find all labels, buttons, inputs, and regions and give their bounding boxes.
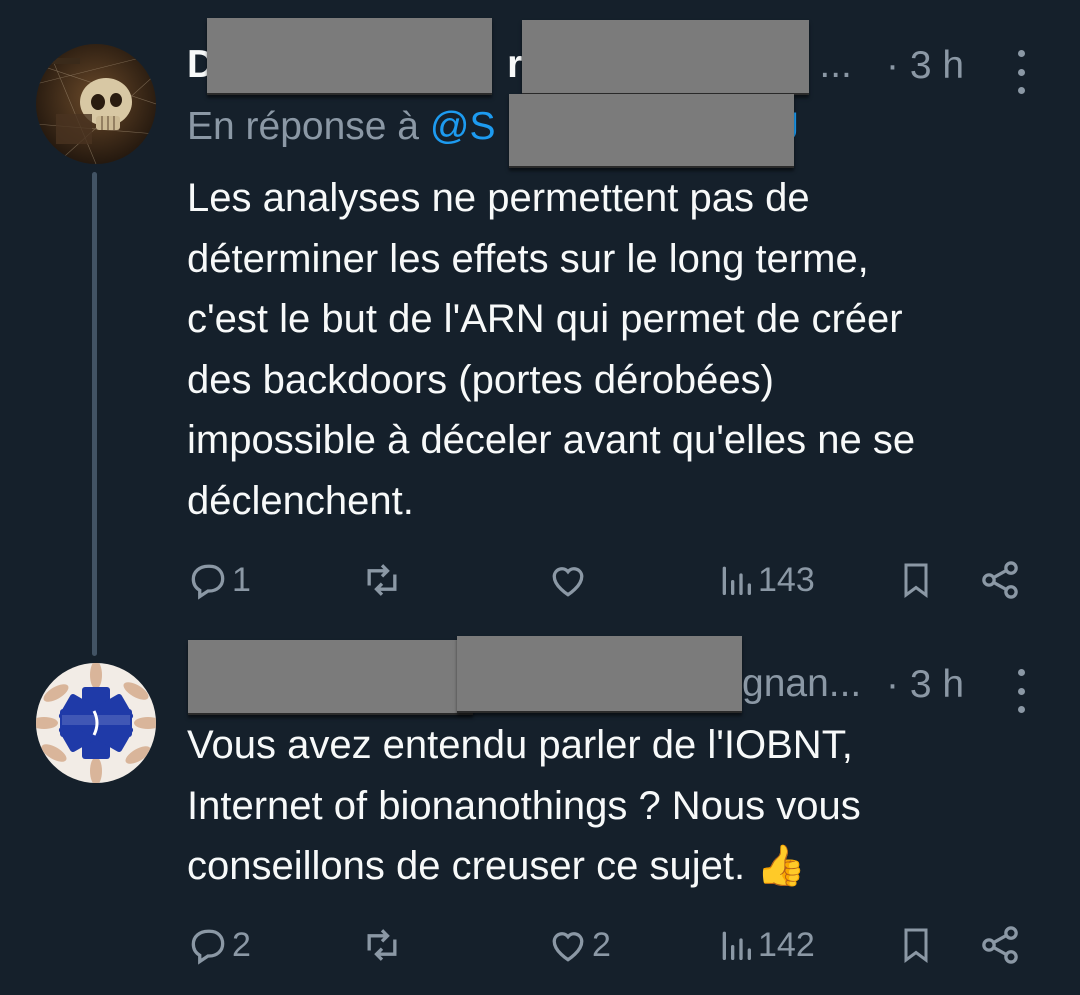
bookmark-button[interactable]: [896, 555, 936, 605]
share-icon: [982, 926, 1018, 964]
tweet-1-actions: 1 143: [186, 555, 1026, 605]
views-count: 142: [758, 925, 815, 964]
redaction-box: [188, 640, 473, 715]
bookmark-icon: [904, 563, 928, 598]
author-name-fragment-2[interactable]: r: [507, 43, 522, 87]
retweet-button[interactable]: [358, 920, 408, 970]
reply-button[interactable]: 1: [186, 555, 251, 605]
retweet-button[interactable]: [358, 555, 408, 605]
redaction-box: [457, 636, 742, 713]
text-line: des backdoors (portes dérobées): [187, 357, 774, 402]
redaction-box: [522, 20, 809, 95]
tweet-2[interactable]: gnan... · 3 h Vous avez entendu parler d…: [0, 630, 1080, 995]
reply-prefix: En réponse à: [187, 105, 420, 148]
reply-count: 2: [232, 925, 251, 964]
like-count: 2: [592, 925, 611, 964]
tweet-timestamp[interactable]: · 3 h: [886, 663, 964, 707]
text-line: déclenchent.: [187, 478, 414, 523]
views-button[interactable]: 143: [716, 555, 815, 605]
heart-icon: [552, 567, 584, 597]
like-button[interactable]: 2: [546, 920, 611, 970]
author-handle[interactable]: ...: [819, 43, 852, 87]
text-line: impossible à déceler avant qu'elles ne s…: [187, 418, 916, 462]
text-line: Internet of bionanothings ? Nous vous: [187, 783, 861, 828]
tweet-1-text: Les analyses ne permettent pas de déterm…: [187, 168, 1047, 531]
tweet-2-actions: 2 2 142: [186, 920, 1026, 970]
text-line: déterminer les effets sur le long terme,: [187, 236, 869, 281]
reply-button[interactable]: 2: [186, 920, 251, 970]
reply-mention[interactable]: @S: [430, 105, 496, 148]
author-handle[interactable]: gnan...: [742, 662, 861, 706]
text-line: Vous avez entendu parler de l'IOBNT,: [187, 723, 853, 767]
heart-icon: [552, 932, 584, 962]
views-button[interactable]: 142: [716, 920, 815, 970]
reply-icon: [191, 564, 225, 600]
share-icon: [982, 561, 1018, 599]
more-vertical-icon[interactable]: [1011, 50, 1031, 94]
views-count: 143: [758, 560, 815, 599]
more-vertical-icon[interactable]: [1011, 669, 1031, 713]
avatar-enseignants[interactable]: [36, 663, 156, 783]
tweet-timestamp[interactable]: · 3 h: [886, 44, 964, 88]
views-chart-icon: [722, 931, 751, 960]
tweet-2-text: Vous avez entendu parler de l'IOBNT, Int…: [187, 715, 1047, 897]
avatar-skull[interactable]: [36, 44, 156, 164]
tweet-1[interactable]: D r ... · 3 h En réponse à @SJ Les analy…: [0, 0, 1080, 630]
retweet-icon: [367, 929, 397, 961]
reply-count: 1: [232, 560, 251, 599]
text-line: Les analyses ne permettent pas de: [187, 176, 810, 220]
tweet-2-header: gnan...: [742, 654, 861, 714]
text-line: conseillons de creuser ce sujet. 👍: [187, 844, 806, 888]
bookmark-button[interactable]: [896, 920, 936, 970]
bookmark-icon: [904, 928, 928, 963]
share-button[interactable]: [978, 920, 1022, 970]
text-line: c'est le but de l'ARN qui permet de crée…: [187, 297, 903, 341]
like-button[interactable]: [546, 555, 592, 605]
reply-icon: [191, 929, 225, 965]
redaction-box: [509, 94, 794, 168]
thread-connector-line: [92, 172, 97, 656]
views-chart-icon: [722, 566, 751, 595]
redaction-box: [207, 18, 492, 95]
retweet-icon: [367, 564, 397, 596]
share-button[interactable]: [978, 555, 1022, 605]
